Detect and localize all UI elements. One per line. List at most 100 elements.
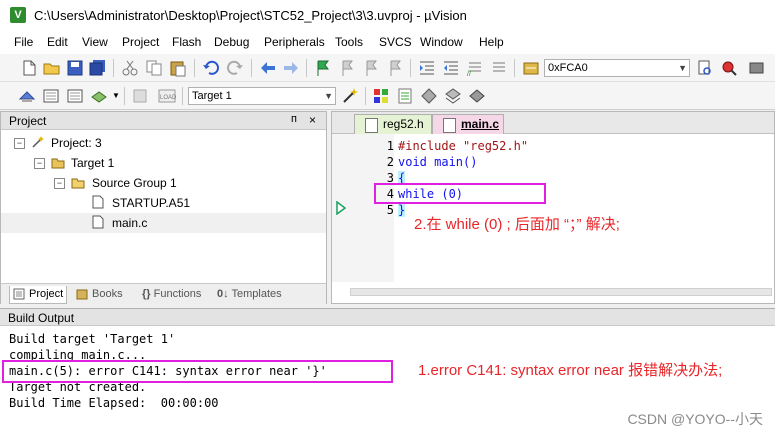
clear-bookmarks-icon[interactable] [386, 59, 404, 77]
batch-build-icon[interactable] [90, 87, 108, 105]
target-folder-icon [51, 158, 65, 169]
collapse-icon[interactable]: − [54, 178, 65, 189]
line-number: 5 [386, 203, 394, 217]
chevron-down-icon[interactable]: ▼ [678, 60, 687, 76]
uncomment-icon[interactable] [490, 59, 508, 77]
incremental-find-icon[interactable] [720, 59, 738, 77]
project-pane-tabs: Project Books {} Functions 0↓ Templates [1, 283, 326, 304]
collapse-icon[interactable]: − [34, 158, 45, 169]
tab-main-c-label: main.c [461, 117, 500, 131]
nav-back-icon[interactable] [259, 59, 277, 77]
toolbar-separator [182, 87, 183, 105]
menu-file[interactable]: File [14, 35, 33, 49]
tab-main-c[interactable]: main.c [432, 114, 504, 134]
current-line-marker-icon [336, 201, 346, 215]
tree-label-target: Target 1 [71, 156, 115, 170]
editor-tabs: reg52.h main.c [332, 112, 774, 134]
comment-icon[interactable]: // [466, 59, 484, 77]
file-icon [92, 215, 104, 229]
file-icon [365, 118, 378, 133]
tree-label-project: Project: 3 [51, 136, 102, 150]
file-extensions-icon[interactable] [396, 87, 414, 105]
menu-edit[interactable]: Edit [47, 35, 68, 49]
menu-debug[interactable]: Debug [214, 35, 249, 49]
tree-item-project[interactable]: − Project: 3 [1, 133, 326, 153]
code-line[interactable]: void main() [398, 155, 477, 169]
build-icon[interactable] [42, 87, 60, 105]
menu-view[interactable]: View [82, 35, 108, 49]
batch-build-dropdown-icon[interactable]: ▼ [112, 91, 120, 100]
collapse-icon[interactable]: − [14, 138, 25, 149]
select-packs-icon[interactable] [444, 87, 462, 105]
highlight-box-error-line [2, 360, 393, 383]
code-line[interactable]: } [398, 203, 406, 217]
nav-forward-icon[interactable] [282, 59, 300, 77]
tree-item-main-c[interactable]: main.c [1, 213, 326, 233]
menu-help[interactable]: Help [479, 35, 504, 49]
tab-templates[interactable]: 0↓ Templates [213, 286, 282, 303]
menu-window[interactable]: Window [420, 35, 463, 49]
debug-session-icon[interactable] [748, 59, 766, 77]
menu-bar: File Edit View Project Flash Debug Perip… [0, 32, 775, 54]
templates-icon: 0↓ [217, 288, 229, 300]
tree-item-source-group[interactable]: − Source Group 1 [1, 173, 326, 193]
menu-flash[interactable]: Flash [172, 35, 201, 49]
indent-icon[interactable] [418, 59, 436, 77]
editor-horizontal-scrollbar[interactable] [350, 288, 772, 296]
undo-icon[interactable] [202, 59, 220, 77]
file-icon [443, 118, 456, 133]
target-select-value: Target 1 [192, 90, 232, 102]
next-bookmark-icon[interactable] [362, 59, 380, 77]
tab-books[interactable]: Books [73, 286, 123, 303]
tree-item-target[interactable]: − Target 1 [1, 153, 326, 173]
tree-item-startup-file[interactable]: STARTUP.A51 [1, 193, 326, 213]
menu-tools[interactable]: Tools [335, 35, 363, 49]
unindent-icon[interactable] [442, 59, 460, 77]
translate-icon[interactable] [18, 87, 36, 105]
find-in-files-icon[interactable] [522, 59, 540, 77]
download-load-icon[interactable]: LOAD [158, 87, 176, 105]
toolbar-separator [194, 59, 195, 77]
chevron-down-icon[interactable]: ▼ [324, 88, 333, 104]
bookmark-icon[interactable] [314, 59, 332, 77]
new-file-icon[interactable] [20, 59, 38, 77]
stop-build-icon[interactable] [131, 87, 149, 105]
rebuild-icon[interactable] [66, 87, 84, 105]
menu-peripherals[interactable]: Peripherals [264, 35, 325, 49]
annotation-error-note: 1.error C141: syntax error near 报错解决办法; [418, 362, 723, 379]
code-line[interactable]: #include "reg52.h" [398, 139, 528, 153]
tab-templates-label: Templates [231, 288, 282, 300]
tab-reg52-h[interactable]: reg52.h [354, 114, 432, 134]
annotation-fix-note: 2.在 while (0) ; 后面加 “；” 解决; [414, 216, 620, 233]
manage-components-icon[interactable] [372, 87, 390, 105]
tab-functions[interactable]: {} Functions [134, 286, 201, 303]
menu-project[interactable]: Project [122, 35, 159, 49]
copy-icon[interactable] [145, 59, 163, 77]
line-number: 2 [386, 155, 394, 169]
uvision-app-icon: V [10, 7, 26, 23]
redo-icon[interactable] [226, 59, 244, 77]
find-icon[interactable] [696, 59, 714, 77]
save-icon[interactable] [66, 59, 84, 77]
packs-list-icon[interactable] [468, 87, 486, 105]
menu-svcs[interactable]: SVCS [379, 35, 412, 49]
target-options-wand-icon[interactable] [341, 87, 359, 105]
save-all-icon[interactable] [89, 59, 107, 77]
target-select[interactable]: Target 1 ▼ [188, 87, 336, 105]
editor-pane: reg52.h main.c 1 2 3 4 5 #include "reg52… [331, 111, 775, 304]
tree-label-startup-file: STARTUP.A51 [112, 196, 191, 210]
toolbar-separator [365, 87, 366, 105]
svg-text://: // [467, 71, 471, 77]
paste-icon[interactable] [169, 59, 187, 77]
pack-installer-icon[interactable] [420, 87, 438, 105]
prev-bookmark-icon[interactable] [338, 59, 356, 77]
close-icon[interactable]: × [309, 113, 316, 127]
tree-label-source-group: Source Group 1 [92, 176, 177, 190]
project-pane-header: Project ᴨ × [1, 112, 326, 130]
tab-project[interactable]: Project [9, 286, 68, 304]
pin-icon[interactable]: ᴨ [291, 113, 297, 125]
file-icon [92, 195, 104, 209]
open-folder-icon[interactable] [43, 59, 61, 77]
cut-icon[interactable] [121, 59, 139, 77]
address-combo[interactable]: 0xFCA0 ▼ [544, 59, 690, 77]
